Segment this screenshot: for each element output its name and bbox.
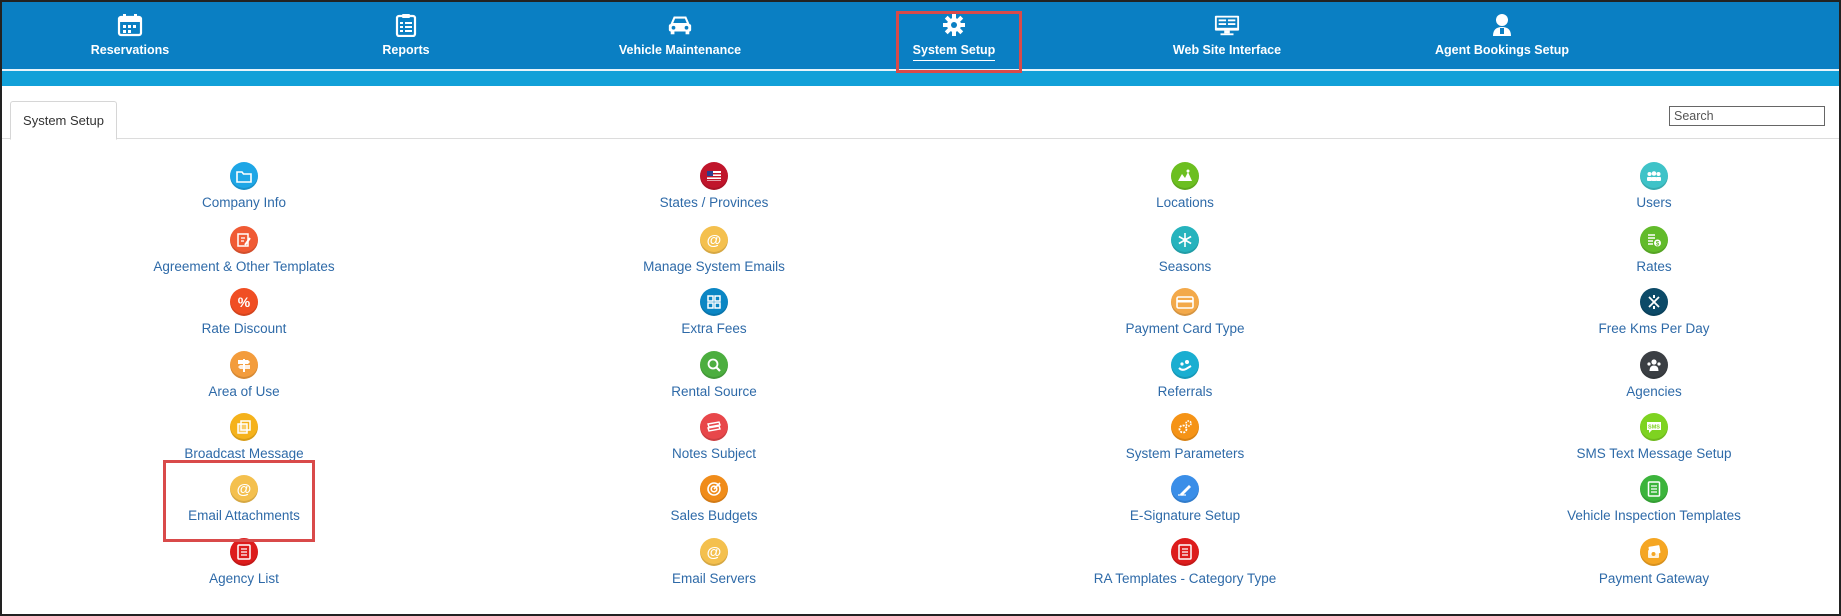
setup-item-label: States / Provinces bbox=[659, 195, 769, 210]
setup-item-extra-fees[interactable]: Extra Fees bbox=[564, 288, 864, 336]
setup-item-label: Agency List bbox=[209, 571, 279, 586]
setup-item-agencies[interactable]: Agencies bbox=[1504, 351, 1804, 399]
setup-item-broadcast-message[interactable]: Broadcast Message bbox=[94, 413, 394, 461]
svg-text:%: % bbox=[238, 294, 251, 310]
svg-text:@: @ bbox=[707, 544, 722, 560]
stacked-squares-icon bbox=[230, 413, 258, 441]
setup-item-sales-budgets[interactable]: Sales Budgets bbox=[564, 475, 864, 523]
setup-item-label: System Parameters bbox=[1125, 446, 1245, 461]
target-icon bbox=[700, 475, 728, 503]
setup-item-rates[interactable]: $ Rates bbox=[1504, 226, 1804, 274]
snowflake-icon bbox=[1171, 226, 1199, 254]
setup-item-label: Email Servers bbox=[671, 571, 757, 586]
folder-icon bbox=[230, 162, 258, 190]
signpost-icon bbox=[230, 351, 258, 379]
setup-item-agency-list[interactable]: Agency List bbox=[94, 538, 394, 586]
credit-card-icon bbox=[1171, 288, 1199, 316]
setup-item-label: Rate Discount bbox=[201, 321, 287, 336]
setup-item-label: Notes Subject bbox=[671, 446, 757, 461]
setup-item-payment-card-type[interactable]: Payment Card Type bbox=[1035, 288, 1335, 336]
setup-item-label: Referrals bbox=[1157, 384, 1213, 399]
setup-item-email-servers[interactable]: @ Email Servers bbox=[564, 538, 864, 586]
setup-item-rental-source[interactable]: Rental Source bbox=[564, 351, 864, 399]
setup-item-label: Area of Use bbox=[208, 384, 280, 399]
setup-item-rate-discount[interactable]: % Rate Discount bbox=[94, 288, 394, 336]
setup-item-label: Extra Fees bbox=[681, 321, 747, 336]
grid-icon bbox=[700, 288, 728, 316]
sms-bubble-icon: SMS bbox=[1640, 413, 1668, 441]
at-sign-icon: @ bbox=[230, 475, 258, 503]
setup-item-area-of-use[interactable]: Area of Use bbox=[94, 351, 394, 399]
notes-icon bbox=[700, 413, 728, 441]
pen-icon bbox=[1171, 475, 1199, 503]
setup-item-free-kms-per-day[interactable]: Free Kms Per Day bbox=[1504, 288, 1804, 336]
setup-item-label: E-Signature Setup bbox=[1129, 508, 1241, 523]
svg-text:SMS: SMS bbox=[1648, 425, 1660, 431]
setup-item-label: Sales Budgets bbox=[670, 508, 758, 523]
svg-text:@: @ bbox=[707, 232, 722, 248]
setup-item-label: Locations bbox=[1156, 195, 1214, 210]
setup-item-e-signature-setup[interactable]: E-Signature Setup bbox=[1035, 475, 1335, 523]
setup-item-label: Email Attachments bbox=[188, 508, 300, 523]
setup-grid: Company Info Agreement & Other Templates%… bbox=[2, 2, 1839, 614]
setup-item-agreement-other-templates[interactable]: Agreement & Other Templates bbox=[94, 226, 394, 274]
setup-item-payment-gateway[interactable]: Payment Gateway bbox=[1504, 538, 1804, 586]
percent-icon: % bbox=[230, 288, 258, 316]
document-edit-icon bbox=[230, 226, 258, 254]
svg-text:@: @ bbox=[237, 481, 252, 497]
setup-item-notes-subject[interactable]: Notes Subject bbox=[564, 413, 864, 461]
setup-item-manage-system-emails[interactable]: @ Manage System Emails bbox=[564, 226, 864, 274]
list-icon bbox=[230, 538, 258, 566]
money-icon bbox=[1640, 538, 1668, 566]
road-icon bbox=[1640, 288, 1668, 316]
setup-item-label: Payment Card Type bbox=[1125, 321, 1245, 336]
setup-item-label: Seasons bbox=[1158, 259, 1212, 274]
at-sign-icon: @ bbox=[700, 226, 728, 254]
setup-item-label: Free Kms Per Day bbox=[1598, 321, 1710, 336]
setup-item-label: Vehicle Inspection Templates bbox=[1567, 508, 1741, 523]
setup-item-referrals[interactable]: Referrals bbox=[1035, 351, 1335, 399]
setup-item-seasons[interactable]: Seasons bbox=[1035, 226, 1335, 274]
magnifier-icon bbox=[700, 351, 728, 379]
setup-item-label: Rental Source bbox=[671, 384, 757, 399]
setup-item-system-parameters[interactable]: System Parameters bbox=[1035, 413, 1335, 461]
setup-item-company-info[interactable]: Company Info bbox=[94, 162, 394, 210]
list-icon bbox=[1171, 538, 1199, 566]
users-icon bbox=[1640, 162, 1668, 190]
setup-item-label: Payment Gateway bbox=[1598, 571, 1710, 586]
setup-item-label: Broadcast Message bbox=[184, 446, 304, 461]
setup-item-label: Agreement & Other Templates bbox=[153, 259, 335, 274]
handshake-icon bbox=[1171, 351, 1199, 379]
setup-item-label: SMS Text Message Setup bbox=[1576, 446, 1732, 461]
app-window: Reservations Reports Vehicle Maintenance Sy… bbox=[0, 0, 1841, 616]
setup-item-label: Rates bbox=[1636, 259, 1672, 274]
setup-item-label: Users bbox=[1636, 195, 1672, 210]
map-icon bbox=[1171, 162, 1199, 190]
setup-item-label: Agencies bbox=[1626, 384, 1682, 399]
setup-item-label: Manage System Emails bbox=[643, 259, 785, 274]
gears-icon bbox=[1171, 413, 1199, 441]
setup-item-sms-text-message-setup[interactable]: SMS SMS Text Message Setup bbox=[1504, 413, 1804, 461]
setup-item-label: RA Templates - Category Type bbox=[1093, 571, 1277, 586]
setup-item-users[interactable]: Users bbox=[1504, 162, 1804, 210]
setup-item-locations[interactable]: Locations bbox=[1035, 162, 1335, 210]
setup-item-states-provinces[interactable]: States / Provinces bbox=[564, 162, 864, 210]
group-icon bbox=[1640, 351, 1668, 379]
setup-item-vehicle-inspection-templates[interactable]: Vehicle Inspection Templates bbox=[1504, 475, 1804, 523]
checklist-icon bbox=[1640, 475, 1668, 503]
coin-list-icon: $ bbox=[1640, 226, 1668, 254]
flag-icon bbox=[700, 162, 728, 190]
setup-item-email-attachments[interactable]: @ Email Attachments bbox=[94, 475, 394, 523]
setup-item-ra-templates-category-type[interactable]: RA Templates - Category Type bbox=[1035, 538, 1335, 586]
setup-item-label: Company Info bbox=[201, 195, 287, 210]
at-sign-icon: @ bbox=[700, 538, 728, 566]
